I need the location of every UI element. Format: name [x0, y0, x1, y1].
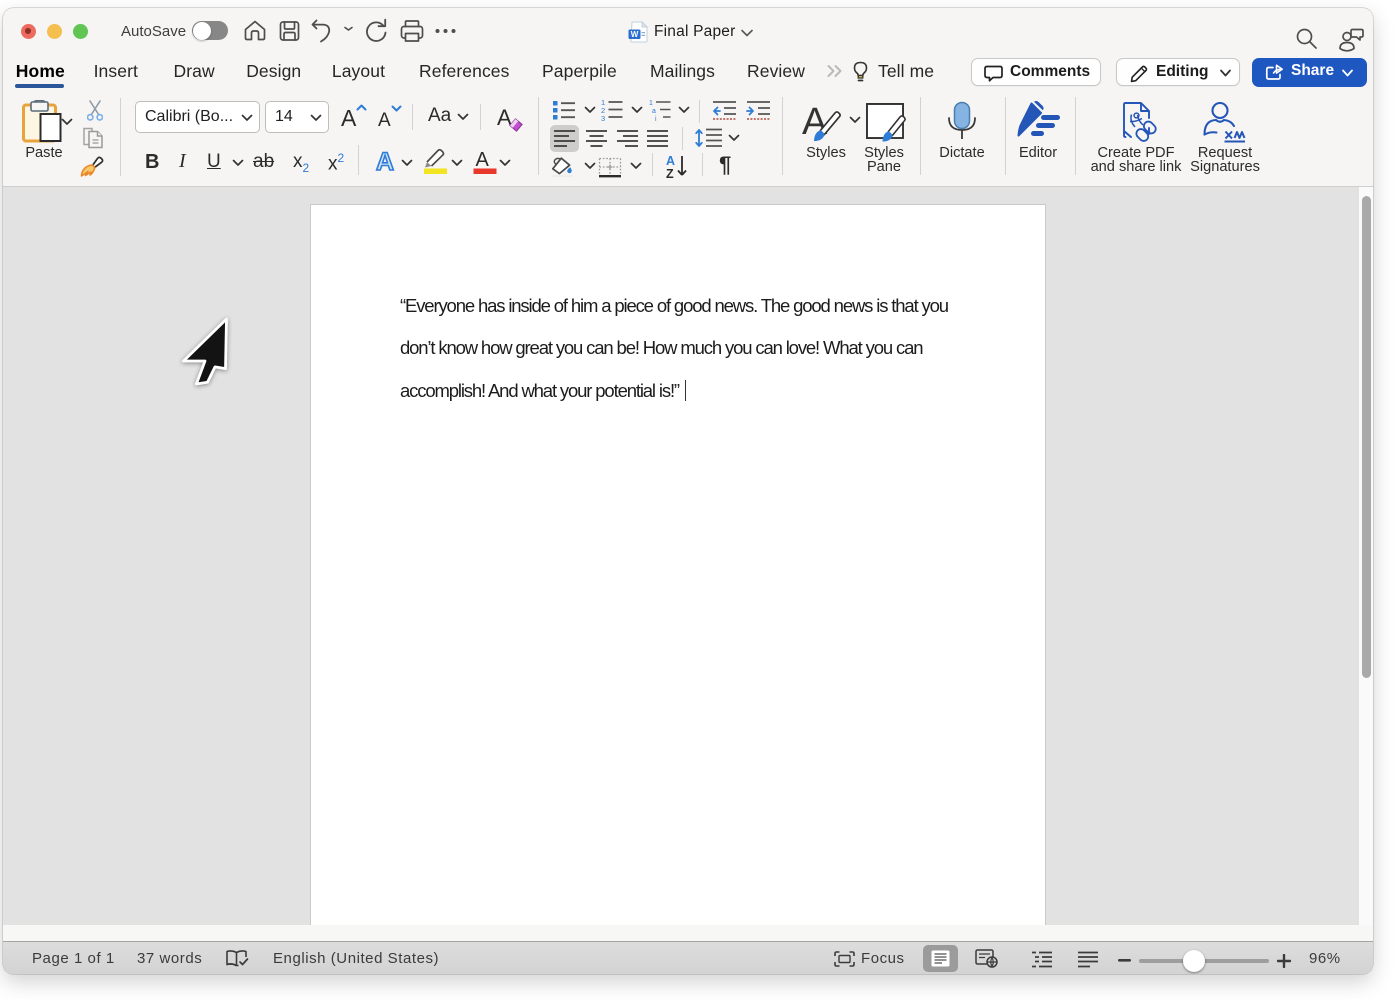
svg-text:A: A [476, 149, 490, 171]
svg-text:i: i [655, 116, 657, 121]
svg-text:A: A [666, 154, 675, 168]
svg-text:A: A [341, 105, 357, 131]
svg-text:A: A [376, 148, 394, 174]
svg-text:W: W [631, 30, 639, 39]
svg-text:A: A [378, 110, 391, 131]
svg-text:1: 1 [649, 100, 653, 107]
svg-text:A: A [497, 105, 512, 130]
svg-text:3: 3 [601, 114, 605, 121]
svg-text:Z: Z [666, 167, 674, 179]
svg-text:a: a [652, 108, 656, 115]
